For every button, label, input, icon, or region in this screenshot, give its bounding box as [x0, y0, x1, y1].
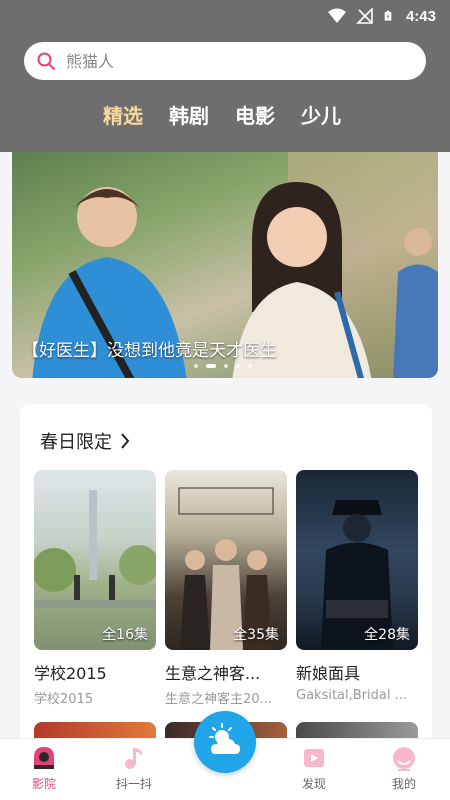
carousel-dot-active[interactable] [206, 364, 216, 368]
search-input[interactable] [66, 51, 396, 71]
banner-image-bystander [393, 228, 438, 378]
music-note-icon [125, 748, 143, 769]
battery-icon [384, 10, 392, 21]
nav-profile[interactable]: 我的 [374, 745, 434, 792]
search-bar[interactable] [24, 42, 426, 80]
drama-card[interactable]: 全28集 新娘面具 Gaksital,Bridal ... [296, 470, 418, 703]
banner-carousel[interactable]: 【好医生】没想到他竟是天才医生 [12, 152, 438, 378]
section-title-label: 春日限定 [40, 432, 112, 453]
bottom-navigation: 影院 抖一抖 发现 我的 [0, 711, 450, 800]
spring-limited-section: 春日限定 全16集 学校2015 学校2015 全35集 生意之神客... 生意… [20, 404, 432, 744]
nav-label: 我的 [391, 777, 416, 791]
drama-card[interactable]: 全35集 生意之神客... 生意之神客主20... [165, 470, 287, 707]
episode-count: 全35集 [233, 627, 279, 643]
carousel-dot[interactable] [236, 364, 240, 368]
nav-label: 发现 [301, 777, 326, 791]
carousel-dot[interactable] [194, 364, 198, 368]
nav-discover[interactable]: 发现 [284, 745, 344, 792]
play-icon [304, 749, 324, 767]
tab-featured[interactable]: 精选 [103, 100, 143, 129]
carousel-dot[interactable] [248, 364, 252, 368]
chevron-right-icon [121, 433, 130, 449]
wifi-icon [327, 8, 346, 23]
poster-artwork [321, 500, 393, 650]
section-title[interactable]: 春日限定 [40, 428, 130, 454]
status-time: 4:43 [405, 7, 436, 25]
carousel-dot[interactable] [224, 364, 228, 368]
search-icon [37, 52, 55, 70]
weather-icon [209, 723, 240, 754]
nav-shake[interactable]: 抖一抖 [104, 745, 164, 792]
status-bar: 4:43 [0, 0, 450, 32]
nav-cinema[interactable]: 影院 [14, 745, 74, 792]
category-tabs: 精选 韩剧 电影 少儿 [103, 100, 341, 129]
drama-card[interactable]: 全16集 学校2015 学校2015 [34, 470, 156, 707]
nav-label: 抖一抖 [115, 777, 152, 791]
drama-subtitle: 学校2015 [34, 692, 94, 707]
drama-title: 生意之神客... [165, 664, 261, 683]
drama-title: 学校2015 [34, 664, 107, 683]
episode-count: 全16集 [102, 627, 148, 643]
poster-artwork [178, 487, 274, 650]
tab-kids[interactable]: 少儿 [301, 100, 341, 129]
cinema-icon [34, 747, 54, 769]
header: 4:43 精选 韩剧 电影 少儿 [0, 0, 450, 152]
drama-poster[interactable]: 全28集 [296, 470, 418, 650]
drama-subtitle: Gaksital,Bridal ... [296, 688, 407, 703]
profile-icon [393, 747, 415, 771]
carousel-indicator [194, 364, 252, 368]
banner-caption: 【好医生】没想到他竟是天才医生 [22, 341, 277, 361]
tab-korean-drama[interactable]: 韩剧 [169, 100, 209, 129]
poster-artwork [34, 490, 156, 608]
drama-subtitle: 生意之神客主20... [165, 692, 272, 707]
drama-title: 新娘面具 [296, 664, 361, 683]
center-weather-button[interactable] [194, 711, 256, 773]
signal-icon [356, 8, 373, 24]
drama-poster[interactable]: 全16集 [34, 470, 156, 650]
episode-count: 全28集 [364, 627, 410, 643]
tab-movies[interactable]: 电影 [235, 100, 275, 129]
nav-label: 影院 [31, 777, 56, 791]
drama-poster[interactable]: 全35集 [165, 470, 287, 650]
